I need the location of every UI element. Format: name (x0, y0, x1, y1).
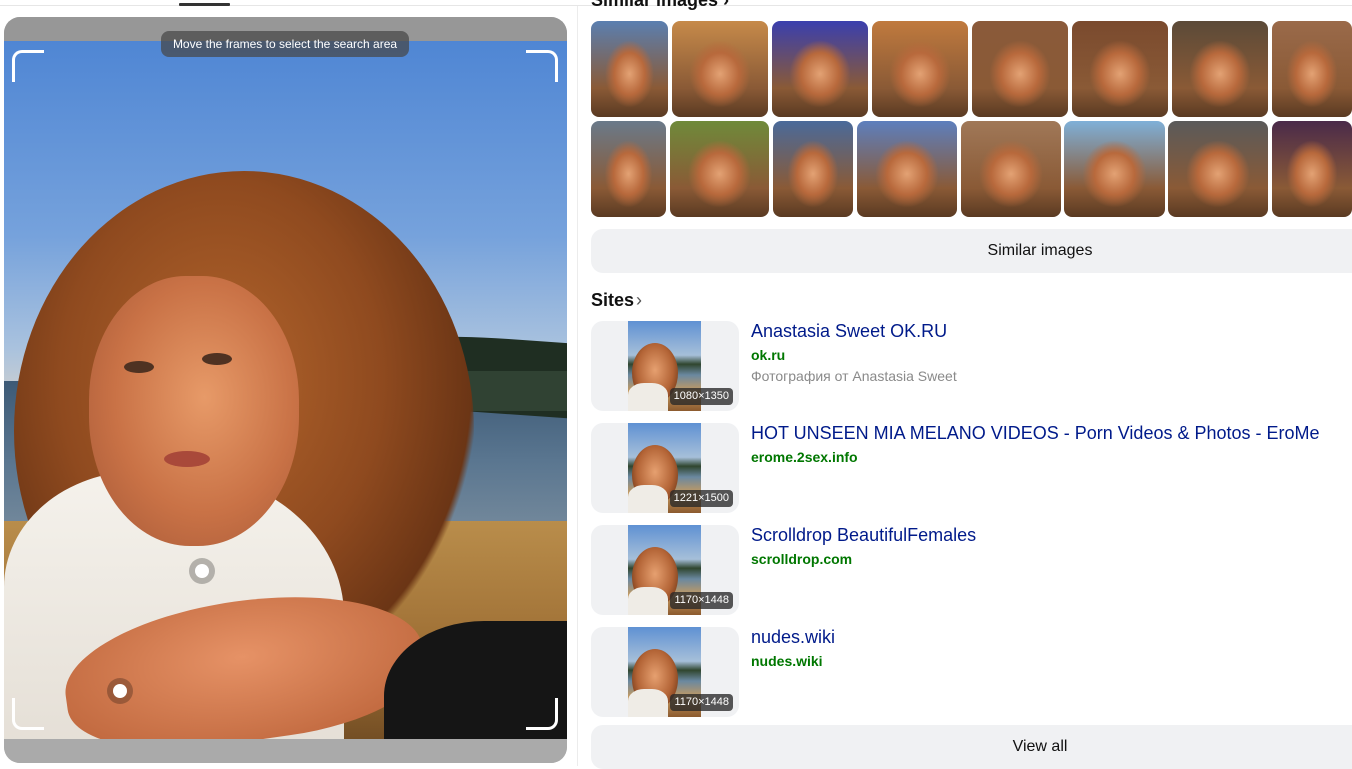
site-domain-link[interactable]: erome.2sex.info (751, 449, 858, 465)
similar-image-thumb[interactable] (1168, 121, 1268, 217)
similar-images-button[interactable]: Similar images (591, 229, 1352, 273)
similar-image-thumb[interactable] (857, 121, 957, 217)
similar-image-thumb[interactable] (1064, 121, 1165, 217)
image-size-badge: 1170×1448 (670, 694, 733, 711)
crop-handle-bottom-right[interactable] (526, 698, 558, 730)
similar-image-thumb[interactable] (972, 21, 1068, 117)
site-title-link[interactable]: nudes.wiki (751, 627, 835, 648)
object-dot[interactable] (107, 678, 133, 704)
site-domain-link[interactable]: scrolldrop.com (751, 551, 852, 567)
site-thumbnail[interactable]: 1170×1448 (591, 627, 739, 717)
similar-image-thumb[interactable] (1272, 21, 1352, 117)
crop-handle-top-right[interactable] (526, 50, 558, 82)
crop-handle-bottom-left[interactable] (12, 698, 44, 730)
site-domain-link[interactable]: nudes.wiki (751, 653, 823, 669)
similar-image-thumb[interactable] (591, 121, 666, 217)
site-description: Фотография от Anastasia Sweet (751, 368, 957, 384)
site-title-link[interactable]: Scrolldrop BeautifulFemales (751, 525, 976, 546)
object-dot[interactable] (189, 558, 215, 584)
image-size-badge: 1221×1500 (669, 490, 733, 507)
crop-panel: Move the frames to select the search are… (4, 17, 567, 763)
site-result[interactable]: 1170×1448 nudes.wiki nudes.wiki (591, 627, 1351, 717)
site-result[interactable]: 1170×1448 Scrolldrop BeautifulFemales sc… (591, 525, 1351, 615)
chevron-right-icon: › (636, 290, 643, 310)
active-tab-indicator (179, 3, 230, 6)
crop-frame[interactable] (12, 50, 558, 730)
site-result[interactable]: 1080×1350 Anastasia Sweet OK.RU ok.ru Фо… (591, 321, 1351, 411)
similar-image-thumb[interactable] (1172, 21, 1268, 117)
crop-shade-bottom (4, 739, 567, 763)
crop-hint: Move the frames to select the search are… (161, 31, 409, 57)
view-all-button[interactable]: View all (591, 725, 1352, 769)
site-domain-link[interactable]: ok.ru (751, 347, 785, 363)
similar-image-thumb[interactable] (591, 21, 668, 117)
similar-image-thumb[interactable] (1072, 21, 1168, 117)
similar-image-thumb[interactable] (772, 21, 868, 117)
site-thumbnail[interactable]: 1221×1500 (591, 423, 739, 513)
column-divider (577, 6, 578, 766)
site-title-link[interactable]: Anastasia Sweet OK.RU (751, 321, 947, 342)
site-thumbnail[interactable]: 1080×1350 (591, 321, 739, 411)
site-title-link[interactable]: HOT UNSEEN MIA MELANO VIDEOS - Porn Vide… (751, 423, 1320, 444)
sites-heading[interactable]: Sites › (591, 290, 642, 311)
image-size-badge: 1170×1448 (670, 592, 733, 609)
similar-image-thumb[interactable] (672, 21, 768, 117)
site-thumbnail[interactable]: 1170×1448 (591, 525, 739, 615)
similar-image-thumb[interactable] (872, 21, 968, 117)
similar-image-thumb[interactable] (961, 121, 1061, 217)
similar-image-thumb[interactable] (1272, 121, 1352, 217)
similar-images-heading[interactable]: Similar images › (591, 0, 729, 11)
similar-image-thumb[interactable] (773, 121, 853, 217)
crop-handle-top-left[interactable] (12, 50, 44, 82)
image-size-badge: 1080×1350 (669, 388, 733, 405)
site-result[interactable]: 1221×1500 HOT UNSEEN MIA MELANO VIDEOS -… (591, 423, 1351, 513)
similar-image-thumb[interactable] (670, 121, 769, 217)
